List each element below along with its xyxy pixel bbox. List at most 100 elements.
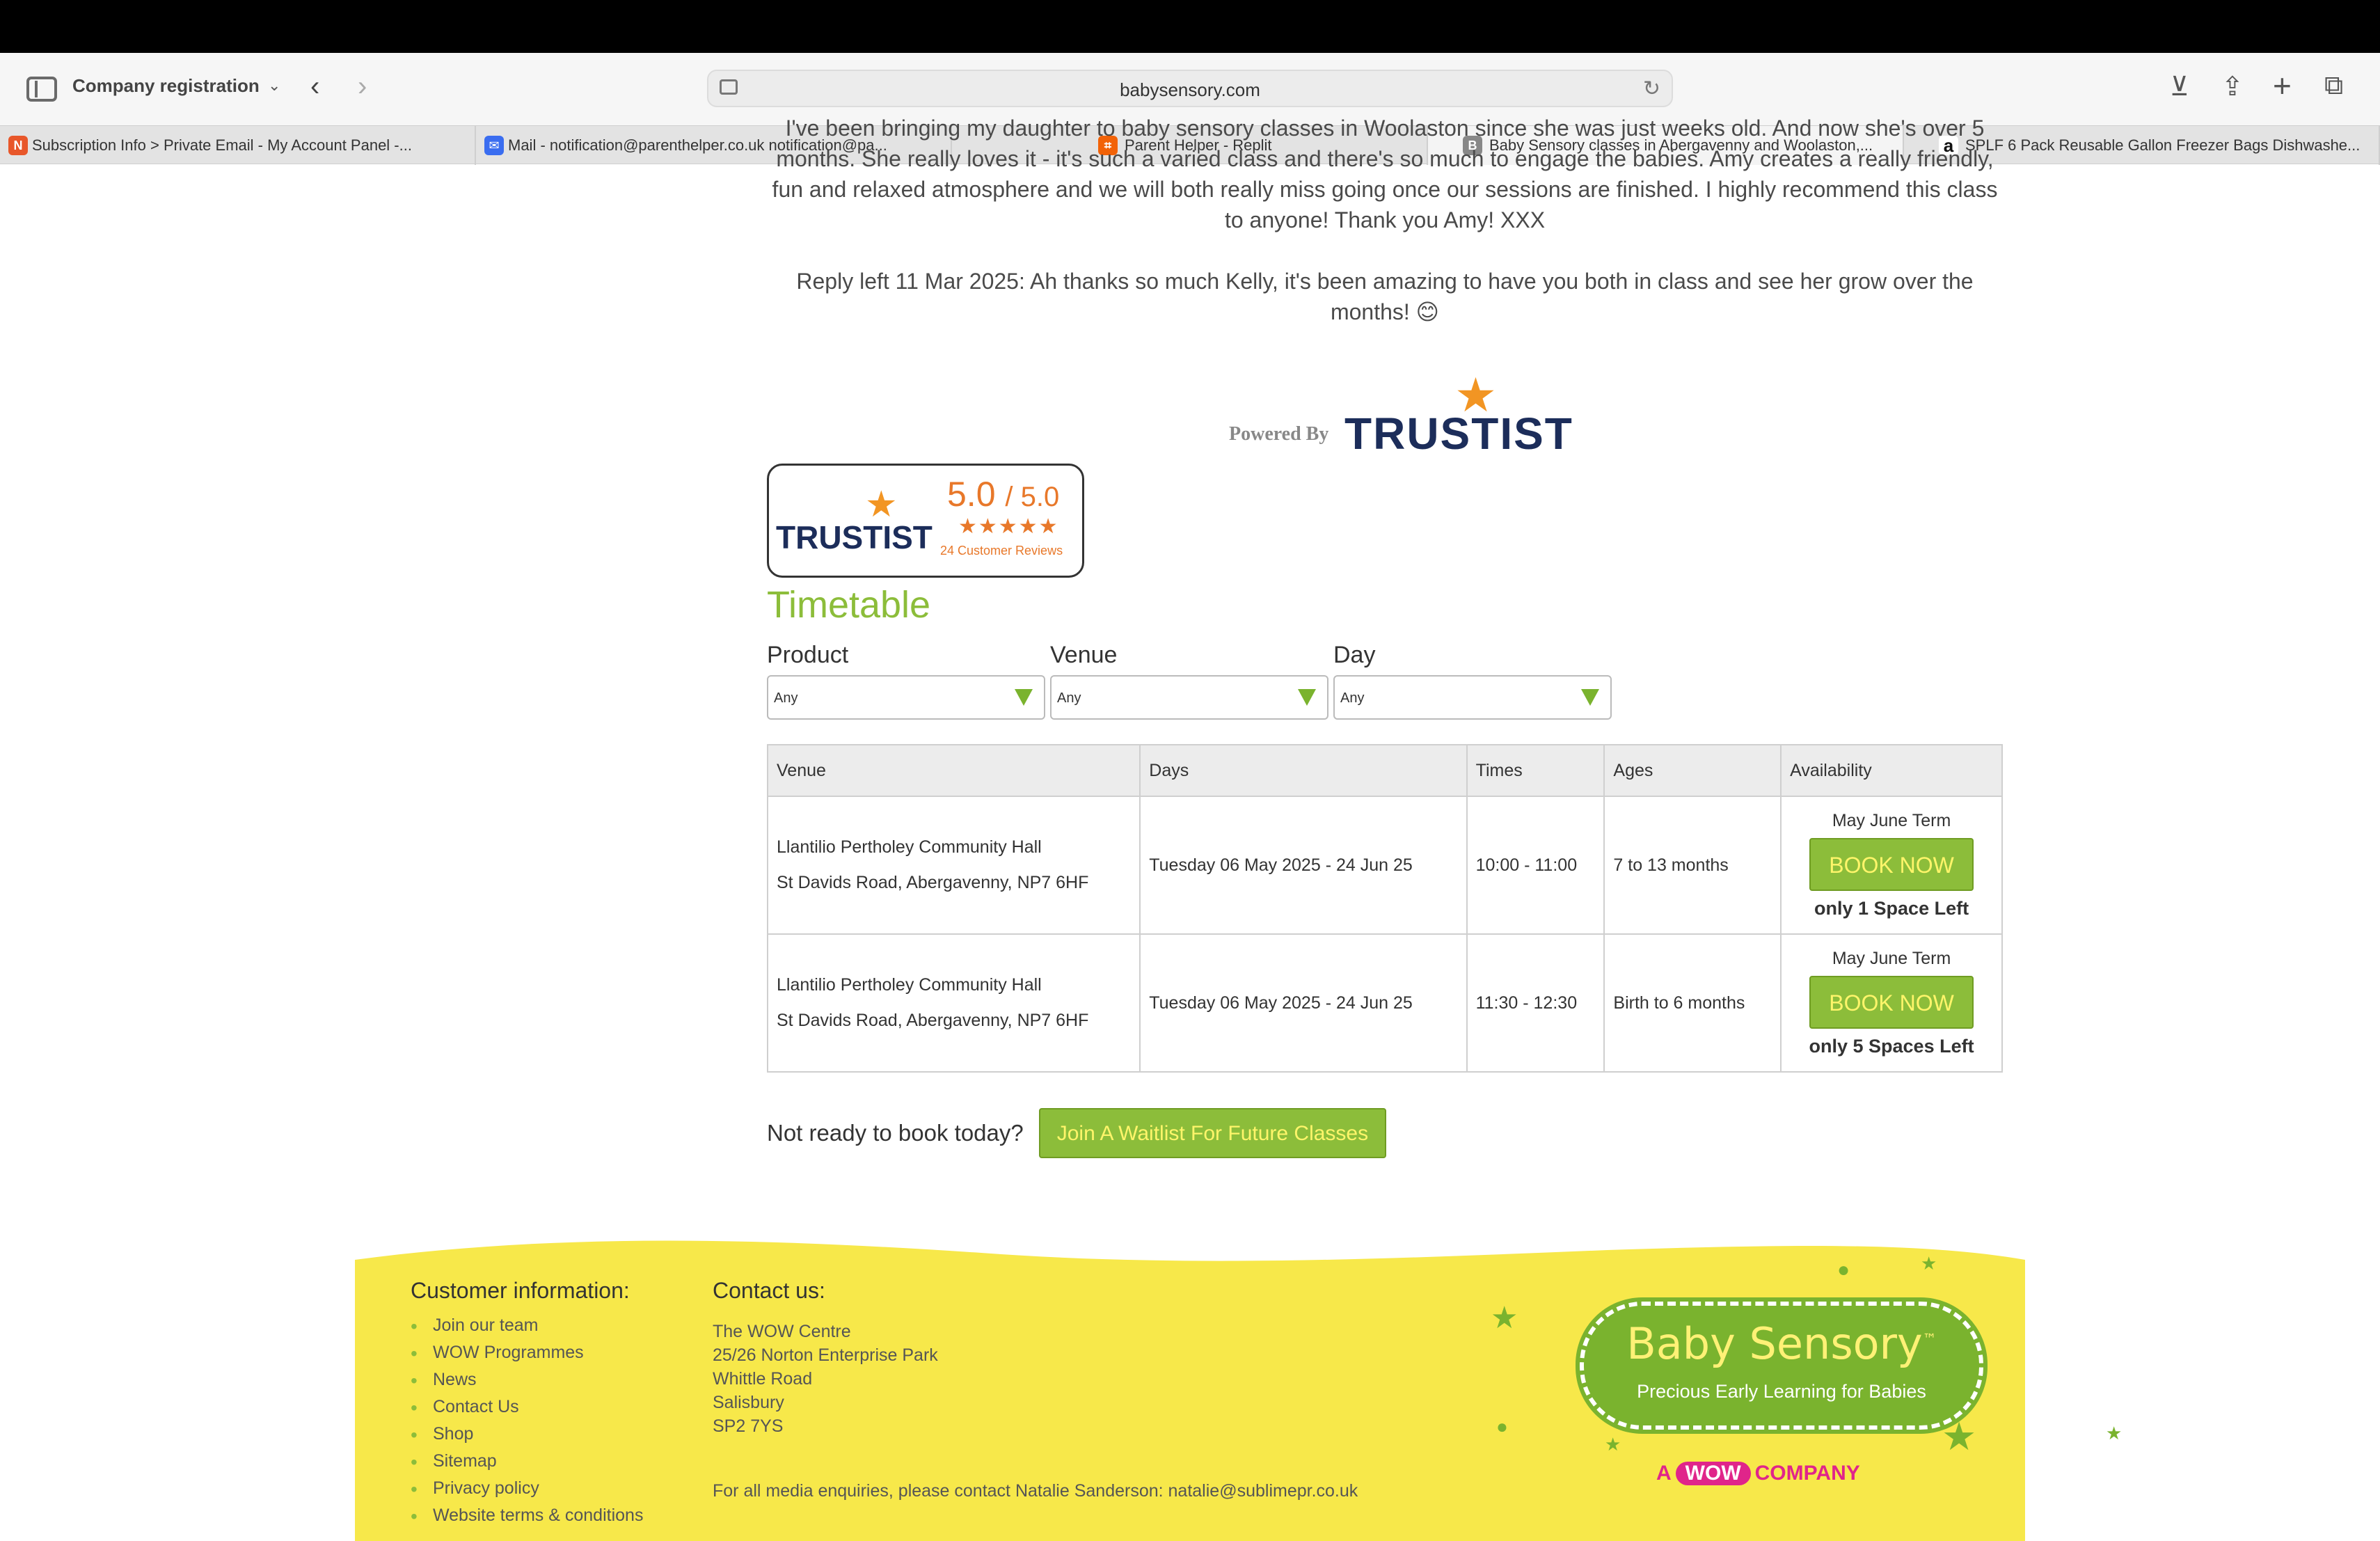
review-reply: Reply left 11 Mar 2025: Ah thanks so muc… [796,269,1974,324]
ages-cell: 7 to 13 months [1603,796,1782,935]
footer-link-contact[interactable]: Contact Us [411,1397,643,1424]
availability-cell: May June Term BOOK NOW only 5 Spaces Lef… [1780,933,2003,1073]
times-cell: 10:00 - 11:00 [1466,796,1605,935]
dropdown-arrow-icon [1015,689,1033,706]
dropdown-arrow-icon [1298,689,1316,706]
forward-icon[interactable]: › [358,71,367,102]
timetable-table: Venue Days Times Ages Availability Llant… [766,744,2003,1073]
dropdown-arrow-icon [1581,689,1599,706]
venue-address: St Davids Road, Abergavenny, NP7 6HF [777,873,1089,892]
new-tab-icon[interactable]: + [2273,67,2292,104]
column-header-venue: Venue [766,744,1141,797]
venue-cell: Llantilio Pertholey Community Hall St Da… [766,933,1141,1073]
tab-namecheap[interactable]: N Subscription Info > Private Email - My… [0,126,476,165]
address-line: The WOW Centre [713,1322,851,1341]
join-waitlist-button[interactable]: Join A Waitlist For Future Classes [1038,1108,1387,1158]
tab-group-title[interactable]: Company registration [72,75,260,97]
product-filter-label: Product [767,642,849,668]
day-select[interactable]: Any [1333,675,1612,720]
book-now-button[interactable]: BOOK NOW [1809,976,1974,1029]
footer-link-sitemap[interactable]: Sitemap [411,1451,643,1478]
powered-by-label: Powered By [1229,423,1329,445]
footer-link-shop[interactable]: Shop [411,1424,643,1451]
contact-address: The WOW Centre 25/26 Norton Enterprise P… [713,1320,938,1438]
review-block: I've been bringing my daughter to baby s… [767,116,2003,358]
trustist-star-icon: ★ [865,484,898,525]
venue-select[interactable]: Any [1050,675,1328,720]
days-cell: Tuesday 06 May 2025 - 24 Jun 25 [1139,933,1468,1073]
spaces-left: only 1 Space Left [1814,898,1969,919]
trustist-logo-text: TRUSTIST [1344,409,1573,459]
address-line: Salisbury [713,1393,784,1412]
venue-select-value: Any [1057,690,1081,706]
star-decoration-icon: ★ [1605,1434,1621,1455]
day-filter-label: Day [1333,642,1376,668]
chevron-down-icon[interactable]: ⌄ [268,77,280,95]
table-header-row: Venue Days Times Ages Availability [766,744,2003,797]
timetable-heading: Timetable [767,584,931,626]
column-header-times: Times [1466,744,1605,797]
media-enquiries[interactable]: For all media enquiries, please contact … [713,1481,1358,1501]
ages-cell: Birth to 6 months [1603,933,1782,1073]
trustist-badge-logo: TRUSTIST [776,519,933,555]
back-icon[interactable]: ‹ [310,71,319,102]
term-label: May June Term [1832,811,1951,830]
powered-by-trustist[interactable]: Powered By ★ TRUSTIST [1229,372,1572,459]
footer-link-terms[interactable]: Website terms & conditions [411,1506,643,1533]
trustist-rating-badge[interactable]: ★ TRUSTIST 5.0 / 5.0 ★★★★★ 24 Customer R… [767,464,1084,578]
waitlist-question: Not ready to book today? [767,1120,1024,1146]
address-line: Whittle Road [713,1369,813,1389]
review-text: I've been bringing my daughter to baby s… [772,116,1998,232]
column-header-days: Days [1139,744,1468,797]
tab-overview-icon[interactable]: ⧉ [2324,71,2343,101]
term-label: May June Term [1832,949,1951,968]
footer-link-privacy[interactable]: Privacy policy [411,1478,643,1506]
mail-icon: ✉ [484,136,504,155]
share-icon[interactable]: ⇪ [2221,71,2244,102]
tab-label: SPLF 6 Pack Reusable Gallon Freezer Bags… [1965,136,2361,154]
day-select-value: Any [1340,690,1365,706]
dot-decoration-icon: ● [1496,1416,1508,1437]
spaces-left: only 5 Spaces Left [1809,1036,1974,1057]
baby-sensory-logo[interactable]: ● ★ ★ ● ● ★ ★ ★ Baby Sensory™ Precious E… [1482,1254,2122,1489]
product-select[interactable]: Any [767,675,1045,720]
footer-link-wow-programmes[interactable]: WOW Programmes [411,1343,643,1370]
day-filter: Day Any [1333,642,1612,720]
product-select-value: Any [774,690,798,706]
venue-name: Llantilio Pertholey Community Hall [777,975,1042,995]
logo-tagline: Precious Early Learning for Babies [1637,1381,1926,1402]
downloads-icon[interactable]: ⊻ [2170,71,2189,102]
footer-link-news[interactable]: News [411,1370,643,1397]
star-decoration-icon: ★ [1491,1301,1518,1335]
review-count: 24 Customer Reviews [940,544,1063,558]
book-now-button[interactable]: BOOK NOW [1809,838,1974,891]
sidebar-toggle-icon[interactable] [26,77,57,102]
contact-heading: Contact us: [713,1278,825,1303]
star-decoration-icon: ★ [2106,1423,2123,1444]
address-line: 25/26 Norton Enterprise Park [713,1345,938,1365]
logo-name: Baby Sensory™ [1626,1318,1937,1369]
customer-info-links: Join our team WOW Programmes News Contac… [411,1315,643,1533]
namecheap-icon: N [8,136,28,155]
footer-link-join-team[interactable]: Join our team [411,1315,643,1343]
table-row: Llantilio Pertholey Community Hall St Da… [766,933,2003,1073]
site-footer: Customer information: Join our team WOW … [355,1225,2122,1541]
waitlist-row: Not ready to book today? Join A Waitlist… [767,1108,1387,1158]
venue-name: Llantilio Pertholey Community Hall [777,837,1042,857]
url-text[interactable]: babysensory.com [708,79,1672,101]
venue-cell: Llantilio Pertholey Community Hall St Da… [766,796,1141,935]
column-header-ages: Ages [1603,744,1782,797]
venue-address: St Davids Road, Abergavenny, NP7 6HF [777,1011,1089,1030]
table-row: Llantilio Pertholey Community Hall St Da… [766,796,2003,935]
venue-filter-label: Venue [1050,642,1118,668]
address-bar[interactable]: babysensory.com ↻ [707,70,1673,107]
venue-filter: Venue Any [1050,642,1328,720]
reload-icon[interactable]: ↻ [1643,77,1660,101]
dot-decoration-icon: ● [1837,1258,1850,1281]
rating-stars-icon: ★★★★★ [958,515,1059,538]
availability-cell: May June Term BOOK NOW only 1 Space Left [1780,796,2003,935]
rating-score: 5.0 / 5.0 [947,475,1060,514]
wow-company-logo: A WOW COMPANY [1656,1462,1860,1485]
star-decoration-icon: ★ [1921,1253,1937,1274]
days-cell: Tuesday 06 May 2025 - 24 Jun 25 [1139,796,1468,935]
